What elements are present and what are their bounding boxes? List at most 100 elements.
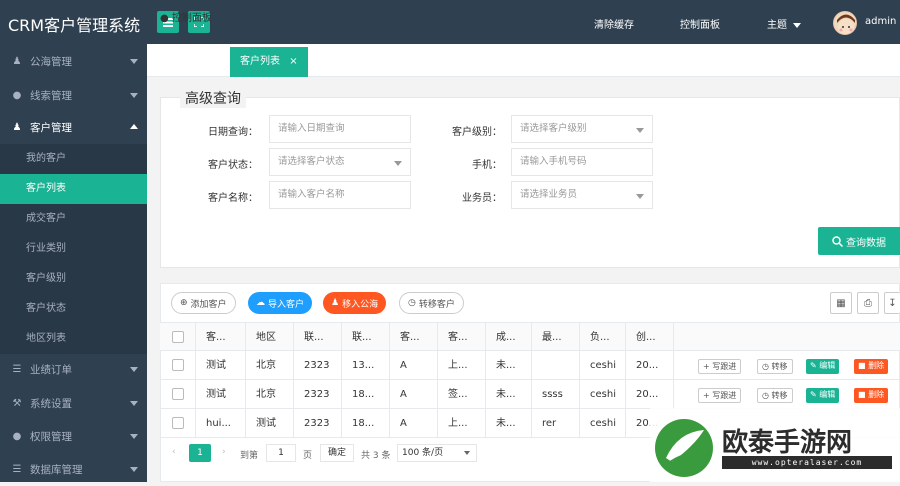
tab-label: 客户列表 (240, 56, 280, 67)
table-cell: 未... (486, 409, 532, 438)
edit-button[interactable]: ✎ 编辑 (806, 388, 840, 403)
table-header-cell[interactable]: 负... (580, 323, 626, 352)
sidebar-item-settings[interactable]: ⚒ 系统设置 (0, 386, 147, 420)
sidebar-subitem-closed-customers[interactable]: 成交客户 (0, 204, 147, 234)
table-cell (160, 409, 196, 438)
sidebar-item-leads[interactable]: ● 线索管理 (0, 78, 147, 112)
sidebar-subitem-region[interactable]: 地区列表 (0, 324, 147, 354)
sidebar-subitem-level[interactable]: 客户级别 (0, 264, 147, 294)
name-input[interactable]: 请输入客户名称 (269, 181, 411, 209)
clear-cache-link[interactable]: 清除缓存 (594, 16, 634, 31)
next-page-icon[interactable]: › (222, 447, 226, 457)
query-button[interactable]: 查询数据 (818, 227, 900, 255)
status-select[interactable]: 请选择客户状态 (269, 148, 411, 176)
sales-select[interactable]: 请选择业务员 (511, 181, 653, 209)
edit-label: 编辑 (819, 361, 836, 370)
transfer-label: 转移 (771, 362, 788, 371)
goto-page-input[interactable]: 1 (266, 444, 296, 462)
table-header-cell[interactable]: 客... (438, 323, 486, 352)
print-button[interactable]: ⎙ (857, 292, 879, 314)
table-cell: 20... (626, 351, 674, 380)
sidebar-item-label: 客户管理 (30, 121, 72, 134)
table-header-cell[interactable]: 创... (626, 323, 674, 352)
globe-icon: ● (12, 430, 22, 442)
date-input[interactable]: 请输入日期查询 (269, 115, 411, 143)
chevron-up-icon (130, 124, 138, 129)
table-header-cell[interactable]: 联... (342, 323, 390, 352)
table-cell: 18... (342, 380, 390, 409)
table-cell: 未... (486, 351, 532, 380)
table-cell: 2323 (294, 409, 342, 438)
phone-input[interactable]: 请输入手机号码 (511, 148, 653, 176)
columns-button[interactable]: ▦ (830, 292, 852, 314)
name-label: 客户名称： (208, 193, 258, 204)
prev-page-icon[interactable]: ‹ (172, 447, 176, 457)
chevron-down-icon (130, 434, 138, 439)
table-cell: 北京 (246, 380, 294, 409)
transfer-button[interactable]: ◷ 转移 (757, 388, 793, 403)
level-select[interactable]: 请选择客户级别 (511, 115, 653, 143)
table-header-cell[interactable]: 客... (196, 323, 246, 352)
chevron-down-icon (130, 401, 138, 406)
tab-customer-list[interactable]: 客户列表 × (230, 47, 308, 77)
per-page-select[interactable]: 100 条/页 (397, 444, 477, 462)
table-row: 测试 北京 2323 18... A 签... 未... ssss ceshi … (160, 380, 900, 409)
edit-button[interactable]: ✎ 编辑 (806, 359, 840, 374)
search-legend: 高级查询 (180, 88, 246, 108)
follow-up-button[interactable]: + 写跟进 (698, 388, 742, 403)
dashboard-link[interactable]: 控制面板 (680, 16, 720, 31)
edit-icon: ✎ (810, 390, 817, 399)
clock-icon: ◷ (762, 362, 769, 371)
table-header-cell[interactable]: 联... (294, 323, 342, 352)
add-customer-button[interactable]: ⊕ 添加客户 (171, 292, 236, 314)
close-icon[interactable]: × (289, 56, 297, 67)
sidebar-subitem-my-customers[interactable]: 我的客户 (0, 144, 147, 174)
table-header-cell[interactable]: 最... (532, 323, 580, 352)
sidebar-item-customers[interactable]: ♟ 客户管理 (0, 110, 147, 144)
sidebar-item-permissions[interactable]: ● 权限管理 (0, 419, 147, 453)
table-cell: ceshi (580, 380, 626, 409)
phone-label: 手机： (472, 160, 502, 171)
table-cell: A (390, 351, 438, 380)
sidebar-item-database[interactable]: ☰ 数据库管理 (0, 452, 147, 486)
follow-up-label: 写跟进 (712, 362, 737, 371)
export-icon: ↧ (888, 297, 897, 309)
user-avatar[interactable] (833, 11, 857, 35)
edit-label: 编辑 (819, 390, 836, 399)
table-header-cell[interactable]: 地区 (246, 323, 294, 352)
table-cell: 2323 (294, 380, 342, 409)
table-cell (160, 351, 196, 380)
chevron-down-icon (130, 467, 138, 472)
import-customer-button[interactable]: ☁ 导入客户 (248, 292, 313, 314)
caret-down-icon (636, 128, 644, 133)
table-header-cell[interactable]: 成... (486, 323, 532, 352)
sidebar-subitem-industry[interactable]: 行业类别 (0, 234, 147, 264)
table-header-cell[interactable]: 客... (390, 323, 438, 352)
sidebar-subitem-customer-list[interactable]: 客户列表 (0, 174, 147, 204)
table-cell: 测试 (196, 380, 246, 409)
export-button[interactable]: ↧ (884, 292, 900, 314)
delete-button[interactable]: ■ 删除 (854, 388, 889, 403)
globe-icon: ● (12, 89, 22, 101)
sidebar-item-public-pool[interactable]: ♟ 公海管理 (0, 44, 147, 78)
theme-dropdown[interactable]: 主题 (767, 16, 802, 31)
table-cell: ceshi (580, 409, 626, 438)
delete-button[interactable]: ■ 删除 (854, 359, 889, 374)
username-label[interactable]: admin (865, 16, 896, 27)
sidebar-subitem-status[interactable]: 客户状态 (0, 294, 147, 324)
transfer-customer-button[interactable]: ◷ 转移客户 (399, 292, 464, 314)
tab-dashboard[interactable]: ● 控制面板 (150, 4, 222, 33)
edit-icon: ✎ (810, 361, 817, 370)
move-to-pool-button[interactable]: ♟ 移入公海 (323, 292, 387, 314)
goto-confirm-button[interactable]: 确定 (320, 444, 354, 462)
page-number-current[interactable]: 1 (189, 444, 211, 462)
total-count: 共 3 条 (361, 451, 391, 461)
date-label: 日期查询： (208, 127, 258, 138)
table-cell: 测试 (246, 409, 294, 438)
table-cell: 13... (342, 351, 390, 380)
table-cell: 18... (342, 409, 390, 438)
sidebar-item-label: 权限管理 (30, 430, 72, 443)
follow-up-button[interactable]: + 写跟进 (698, 359, 742, 374)
transfer-button[interactable]: ◷ 转移 (757, 359, 793, 374)
sidebar-item-orders[interactable]: ☰ 业绩订单 (0, 352, 147, 386)
